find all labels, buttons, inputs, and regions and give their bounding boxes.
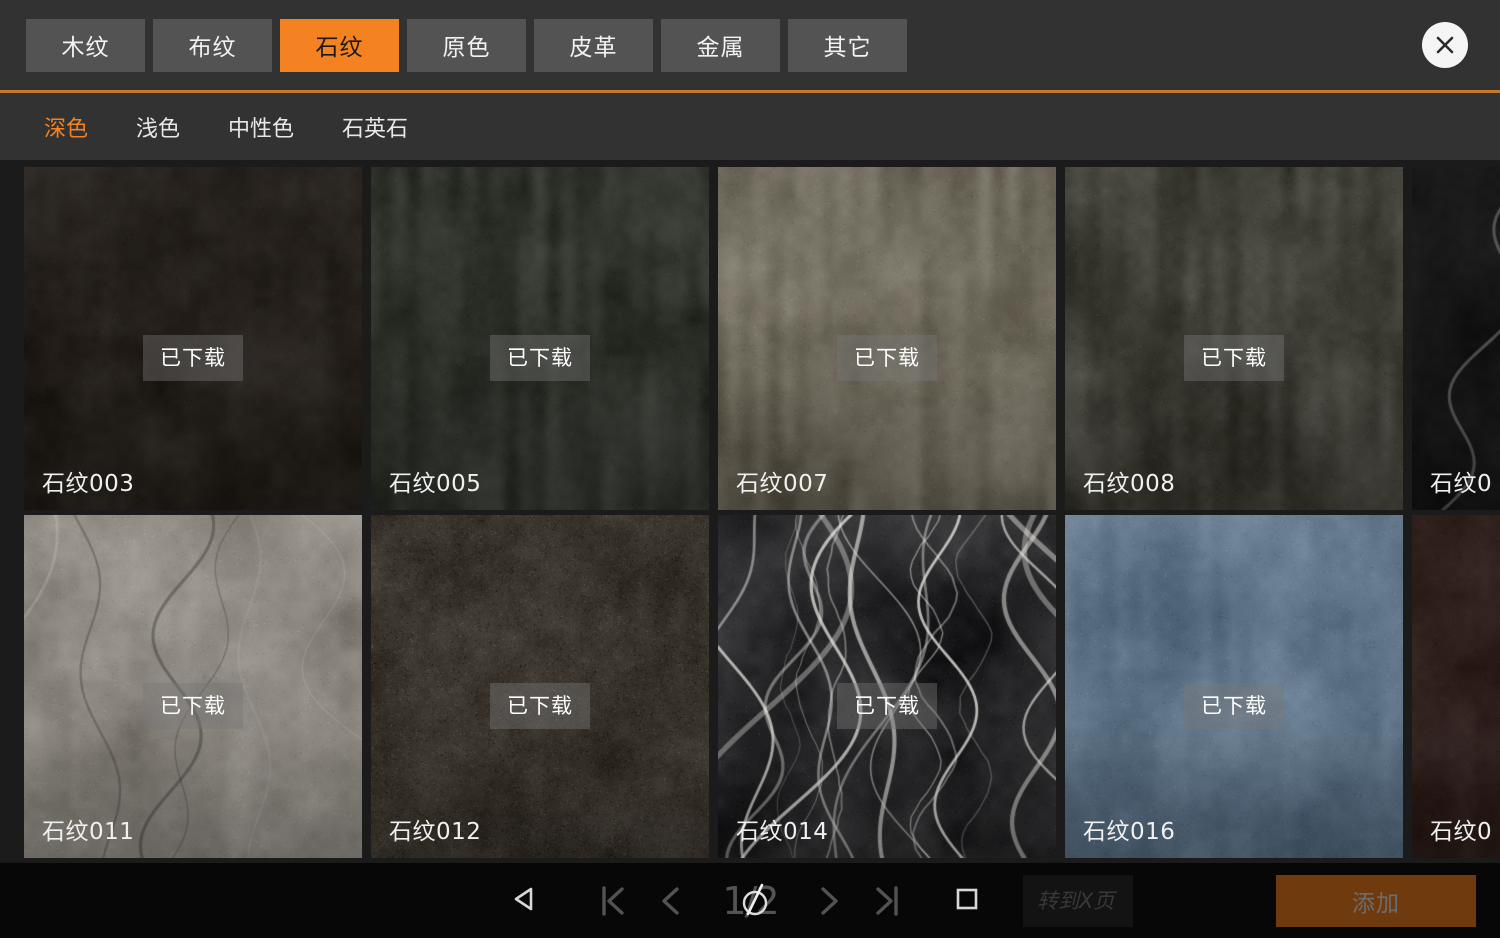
downloaded-badge: 已下载 — [490, 683, 590, 729]
texture-name: 石纹012 — [389, 819, 482, 845]
texture-swatch — [1065, 515, 1403, 800]
goto-page-input[interactable] — [1023, 874, 1133, 927]
category-tab-label: 金属 — [696, 35, 745, 61]
category-tab-wood[interactable]: 木纹 — [26, 18, 145, 72]
last-page-icon — [875, 885, 898, 916]
texture-swatch — [1412, 167, 1500, 452]
add-button[interactable]: 添加 — [1276, 874, 1476, 927]
downloaded-badge: 已下载 — [490, 335, 590, 381]
category-tab-metal[interactable]: 金属 — [661, 18, 780, 72]
texture-image — [1065, 167, 1403, 452]
close-button[interactable] — [1422, 22, 1468, 68]
texture-swatch — [1065, 167, 1403, 452]
texture-name: 石纹008 — [1083, 471, 1176, 497]
texture-name: 石纹011 — [42, 819, 135, 845]
category-tab-label: 布纹 — [188, 35, 237, 61]
downloaded-badge: 已下载 — [837, 683, 937, 729]
downloaded-badge: 已下载 — [143, 683, 243, 729]
texture-tile[interactable]: 已下载 石纹011 — [24, 515, 362, 858]
texture-swatch — [718, 515, 1056, 800]
texture-tile[interactable]: 已下载 石纹014 — [718, 515, 1056, 858]
texture-grid[interactable]: 已下载 石纹003 已下载 石纹005 已下载 石纹007 已下载 石纹008 — [0, 160, 1500, 863]
subtab-quartz[interactable]: 石英石 — [342, 111, 408, 143]
texture-swatch — [24, 515, 362, 800]
texture-grid-row: 已下载 石纹003 已下载 石纹005 已下载 石纹007 已下载 石纹008 — [24, 167, 1500, 510]
category-tab-other[interactable]: 其它 — [788, 18, 907, 72]
close-icon — [1436, 36, 1454, 54]
category-tab-fabric[interactable]: 布纹 — [153, 18, 272, 72]
subtab-neutral[interactable]: 中性色 — [228, 111, 294, 143]
texture-picker-dialog: 木纹 布纹 石纹 原色 皮革 金属 其它 深色 浅色 中性色 石英石 已下载 石… — [0, 0, 1500, 938]
texture-swatch — [371, 167, 709, 452]
next-page-icon — [820, 886, 838, 915]
category-tab-label: 皮革 — [569, 35, 618, 61]
texture-image — [1412, 515, 1500, 800]
texture-tile-partial[interactable]: 石纹0 — [1412, 167, 1500, 510]
texture-swatch — [24, 167, 362, 452]
bottom-toolbar: 1/2 添加 — [0, 863, 1500, 938]
category-tab-bar: 木纹 布纹 石纹 原色 皮革 金属 其它 — [0, 0, 1500, 90]
category-tab-label: 原色 — [442, 35, 491, 61]
category-tab-label: 石纹 — [315, 35, 364, 61]
category-tab-label: 其它 — [823, 35, 872, 61]
texture-image — [1412, 167, 1500, 452]
downloaded-badge: 已下载 — [1184, 335, 1284, 381]
category-tab-label: 木纹 — [61, 35, 110, 61]
page-indicator: 1/2 — [722, 878, 779, 923]
texture-name: 石纹0 — [1430, 819, 1493, 845]
texture-image — [371, 515, 709, 800]
prev-page-button[interactable] — [642, 872, 700, 930]
category-tab-stone[interactable]: 石纹 — [280, 18, 399, 72]
texture-tile[interactable]: 已下载 石纹007 — [718, 167, 1056, 510]
texture-image — [1065, 515, 1403, 800]
pagination-controls: 1/2 — [0, 863, 1500, 938]
texture-tile-partial[interactable]: 石纹0 — [1412, 515, 1500, 858]
subtab-light[interactable]: 浅色 — [136, 111, 180, 143]
texture-image — [371, 167, 709, 452]
next-page-button[interactable] — [800, 872, 858, 930]
first-page-icon — [602, 885, 625, 916]
texture-tile[interactable]: 已下载 石纹008 — [1065, 167, 1403, 510]
category-tabs: 木纹 布纹 石纹 原色 皮革 金属 其它 — [26, 18, 907, 72]
downloaded-badge: 已下载 — [837, 335, 937, 381]
texture-grid-row: 已下载 石纹011 已下载 石纹012 已下载 石纹014 已下载 石纹016 — [24, 515, 1500, 858]
texture-tile[interactable]: 已下载 石纹016 — [1065, 515, 1403, 858]
texture-name: 石纹016 — [1083, 819, 1176, 845]
texture-tile[interactable]: 已下载 石纹003 — [24, 167, 362, 510]
texture-name: 石纹014 — [736, 819, 829, 845]
texture-swatch — [1412, 515, 1500, 800]
texture-name: 石纹007 — [736, 471, 829, 497]
texture-swatch — [371, 515, 709, 800]
texture-image — [718, 167, 1056, 452]
texture-image — [718, 515, 1056, 800]
texture-tile[interactable]: 已下载 石纹012 — [371, 515, 709, 858]
subtab-dark[interactable]: 深色 — [44, 111, 88, 143]
category-tab-leather[interactable]: 皮革 — [534, 18, 653, 72]
prev-page-icon — [662, 886, 680, 915]
downloaded-badge: 已下载 — [143, 335, 243, 381]
last-page-button[interactable] — [858, 872, 916, 930]
texture-tile[interactable]: 已下载 石纹005 — [371, 167, 709, 510]
texture-name: 石纹005 — [389, 471, 482, 497]
category-tab-solid-color[interactable]: 原色 — [407, 18, 526, 72]
texture-image — [24, 167, 362, 452]
texture-name: 石纹0 — [1430, 471, 1493, 497]
texture-name: 石纹003 — [42, 471, 135, 497]
texture-image — [24, 515, 362, 800]
texture-swatch — [718, 167, 1056, 452]
downloaded-badge: 已下载 — [1184, 683, 1284, 729]
first-page-button[interactable] — [584, 872, 642, 930]
subcategory-tab-bar: 深色 浅色 中性色 石英石 — [0, 93, 1500, 160]
